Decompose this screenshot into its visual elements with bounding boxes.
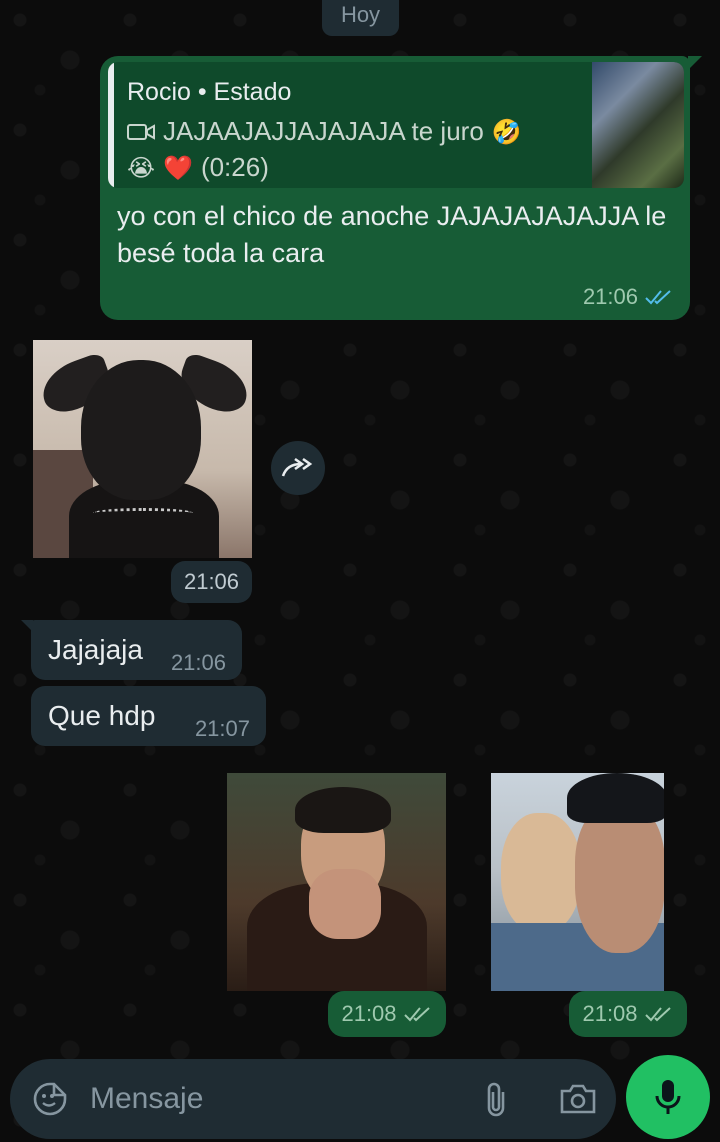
dog-head [81,360,201,500]
delivered-ticks-icon [403,1007,430,1022]
message-input[interactable] [90,1075,450,1123]
message-text: Jajajaja [48,634,143,665]
voice-record-button[interactable] [626,1055,710,1139]
message-time: 21:06 [582,284,638,309]
camera-button[interactable] [556,1077,600,1121]
photo-hair [295,787,391,833]
message-time: 21:06 [170,650,226,675]
date-separator: Hoy [322,0,399,36]
sticker-icon [33,1082,67,1116]
crying-emoji: 😭 [127,153,156,182]
incoming-dog-sticker[interactable] [33,340,252,558]
message-time: 21:08 [582,1001,638,1026]
quote-accent-bar [108,62,114,188]
message-time: 21:08 [341,1001,397,1026]
microphone-icon [655,1080,681,1114]
message-text: yo con el chico de anoche JAJAJAJAJAJJA … [117,201,667,268]
outgoing-image[interactable] [491,773,664,991]
quoted-duration: (0:26) [200,152,269,182]
sticker-button[interactable] [30,1079,70,1119]
incoming-message[interactable]: Que hdp 21:07 [31,686,266,746]
quoted-text: JAJAAJAJJAJAJAJA te juro [163,116,484,146]
message-text: Que hdp [48,700,156,731]
rofl-emoji: 🤣 [491,117,522,146]
delivered-ticks-icon [644,1007,671,1022]
dog-collar [93,508,193,518]
quoted-author: Rocio • Estado [127,78,292,106]
quoted-status[interactable]: Rocio • Estado JAJAAJAJJAJAJAJA te juro … [108,62,684,188]
read-ticks-icon [645,290,671,305]
message-composer [10,1059,616,1139]
outgoing-reply-message[interactable]: Rocio • Estado JAJAAJAJJAJAJAJA te juro … [100,56,702,320]
quoted-text-line: JAJAAJAJJAJAJAJA te juro 🤣 [127,116,522,147]
message-time: 21:07 [194,716,250,741]
image-meta: 21:08 [328,991,446,1037]
photo-person [501,813,581,933]
camera-icon [560,1084,596,1114]
forward-button[interactable] [271,441,325,495]
photo-cap [567,773,664,823]
image-meta: 21:08 [569,991,687,1037]
outgoing-image[interactable] [227,773,446,991]
incoming-message[interactable]: Jajajaja 21:06 [21,620,242,680]
video-icon [127,123,155,140]
paperclip-icon [487,1082,505,1117]
heart-emoji: ❤️ [163,153,193,182]
forward-icon [281,457,313,477]
message-meta: 21:06 [583,284,674,310]
sticker-time: 21:06 [171,561,252,603]
quoted-emoji-line: 😭 ❤️ (0:26) [127,152,269,183]
quoted-status-thumbnail [592,62,684,188]
attach-button[interactable] [474,1077,518,1121]
photo-hands [309,869,381,939]
photo-face [575,803,664,953]
